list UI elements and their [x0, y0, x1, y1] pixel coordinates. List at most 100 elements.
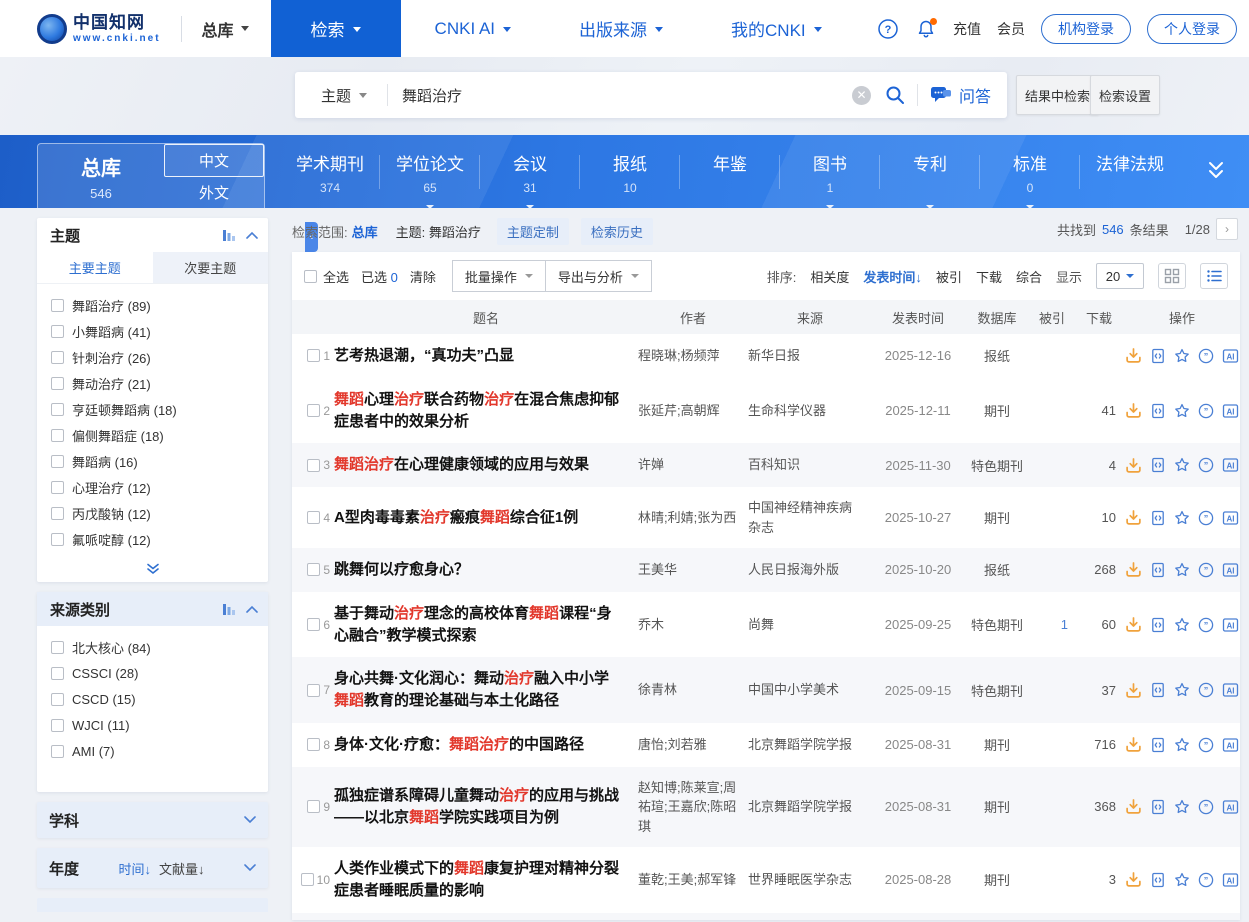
nav-item-cnki-ai[interactable]: CNKI AI: [401, 0, 545, 57]
sort-option[interactable]: 综合: [1016, 267, 1042, 286]
ai-icon[interactable]: AI: [1222, 737, 1239, 753]
ai-icon[interactable]: AI: [1222, 457, 1239, 473]
filter-option[interactable]: 亨廷顿舞蹈病 (18): [51, 396, 268, 422]
result-authors[interactable]: 许婵: [638, 455, 748, 475]
html-read-icon[interactable]: [1150, 562, 1166, 578]
result-title-link[interactable]: 人类作业模式下的舞蹈康复护理对精神分裂症患者睡眠质量的影响: [334, 858, 638, 902]
nav-item-my-cnki[interactable]: 我的CNKI: [697, 0, 856, 57]
list-view-button[interactable]: [1200, 263, 1228, 289]
filter-option[interactable]: 偏侧舞蹈症 (18): [51, 422, 268, 448]
favorite-icon[interactable]: [1174, 348, 1190, 364]
db-tab[interactable]: 图书1: [780, 135, 880, 208]
html-read-icon[interactable]: [1150, 872, 1166, 888]
clear-search-icon[interactable]: ✕: [852, 86, 871, 105]
html-read-icon[interactable]: [1150, 682, 1166, 698]
download-icon[interactable]: [1125, 871, 1142, 888]
filter-checkbox[interactable]: [51, 325, 64, 338]
year-filter-bar[interactable]: 年度 时间↓ 文献量↓: [37, 848, 268, 888]
org-login-button[interactable]: 机构登录: [1041, 14, 1131, 44]
subject-custom-button[interactable]: 主题定制: [497, 218, 569, 245]
favorite-icon[interactable]: [1174, 617, 1190, 633]
result-source[interactable]: 生命科学仪器: [748, 401, 872, 421]
ai-icon[interactable]: AI: [1222, 682, 1239, 698]
html-read-icon[interactable]: [1150, 510, 1166, 526]
download-icon[interactable]: [1125, 509, 1142, 526]
filter-checkbox[interactable]: [51, 429, 64, 442]
discipline-filter-bar[interactable]: 学科: [37, 802, 268, 838]
result-title-link[interactable]: 身体·文化·疗愈：舞蹈治疗的中国路径: [334, 734, 638, 756]
row-checkbox[interactable]: [307, 563, 320, 576]
result-authors[interactable]: 乔木: [638, 615, 748, 635]
tab-main-subject[interactable]: 主要主题: [37, 252, 153, 283]
result-title-link[interactable]: A型肉毒毒素治疗瘢痕舞蹈综合征1例: [334, 507, 638, 529]
html-read-icon[interactable]: [1150, 457, 1166, 473]
filter-checkbox[interactable]: [51, 351, 64, 364]
download-icon[interactable]: [1125, 561, 1142, 578]
quote-icon[interactable]: ”: [1198, 737, 1214, 753]
result-authors[interactable]: 唐怡;刘若雅: [638, 735, 748, 755]
html-read-icon[interactable]: [1150, 403, 1166, 419]
html-read-icon[interactable]: [1150, 737, 1166, 753]
quote-icon[interactable]: ”: [1198, 348, 1214, 364]
row-checkbox[interactable]: [307, 618, 320, 631]
result-title-link[interactable]: 舞蹈治疗在心理健康领域的应用与效果: [334, 454, 638, 476]
personal-login-button[interactable]: 个人登录: [1147, 14, 1237, 44]
ai-icon[interactable]: AI: [1222, 799, 1239, 815]
nav-item-search[interactable]: 检索: [271, 0, 401, 57]
result-authors[interactable]: 林晴;利婧;张为西: [638, 508, 748, 528]
filter-option[interactable]: CSSCI (28): [51, 660, 268, 686]
collapse-section-icon[interactable]: [246, 231, 258, 239]
filter-option[interactable]: 心理治疗 (12): [51, 474, 268, 500]
search-in-results-button[interactable]: 结果中检索: [1016, 75, 1099, 115]
quote-icon[interactable]: ”: [1198, 617, 1214, 633]
filter-checkbox[interactable]: [51, 377, 64, 390]
quote-icon[interactable]: ”: [1198, 403, 1214, 419]
db-tab[interactable]: 法律法规: [1080, 135, 1180, 208]
cnki-logo[interactable]: 中国知网 www.cnki.net: [37, 14, 161, 44]
html-read-icon[interactable]: [1150, 799, 1166, 815]
result-source[interactable]: 新华日报: [748, 346, 872, 366]
row-checkbox[interactable]: [301, 873, 314, 886]
ai-icon[interactable]: AI: [1222, 403, 1239, 419]
select-all-checkbox[interactable]: [304, 270, 317, 283]
db-tab[interactable]: 学术期刊374: [280, 135, 380, 208]
filter-option[interactable]: 舞蹈病 (16): [51, 448, 268, 474]
search-input[interactable]: [388, 87, 852, 104]
sort-option[interactable]: 被引: [936, 267, 962, 286]
search-icon[interactable]: [883, 83, 907, 107]
download-icon[interactable]: [1125, 682, 1142, 699]
total-library-button[interactable]: 总库 546: [38, 144, 164, 208]
filter-checkbox[interactable]: [51, 745, 64, 758]
row-checkbox[interactable]: [307, 684, 320, 697]
html-read-icon[interactable]: [1150, 348, 1166, 364]
filter-option[interactable]: WJCI (11): [51, 712, 268, 738]
result-title-link[interactable]: 基于舞动治疗理念的高校体育舞蹈课程“身心融合”教学模式探索: [334, 603, 638, 647]
year-sort-amount[interactable]: 文献量↓: [159, 859, 205, 878]
result-title-link[interactable]: 艺考热退潮，“真功夫”凸显: [334, 345, 638, 367]
page-size-select[interactable]: 20: [1096, 263, 1144, 289]
lang-foreign-tab[interactable]: 外文: [164, 177, 264, 208]
filter-checkbox[interactable]: [51, 403, 64, 416]
result-authors[interactable]: 张延芹;高朝辉: [638, 401, 748, 421]
db-tab[interactable]: 年鉴: [680, 135, 780, 208]
qa-button[interactable]: 问答: [918, 83, 1007, 107]
download-icon[interactable]: [1125, 402, 1142, 419]
help-icon[interactable]: ?: [877, 18, 899, 40]
ai-icon[interactable]: AI: [1222, 348, 1239, 364]
search-field-selector[interactable]: 主题: [295, 85, 387, 106]
filter-option[interactable]: CSCD (15): [51, 686, 268, 712]
result-authors[interactable]: 董乾;王美;郝军锋: [638, 870, 748, 890]
html-read-icon[interactable]: [1150, 617, 1166, 633]
db-tab[interactable]: 标准0: [980, 135, 1080, 208]
year-sort-time[interactable]: 时间↓: [118, 859, 151, 878]
row-checkbox[interactable]: [307, 459, 320, 472]
filter-checkbox[interactable]: [51, 507, 64, 520]
quote-icon[interactable]: ”: [1198, 799, 1214, 815]
result-title-link[interactable]: 孤独症谱系障碍儿童舞动治疗的应用与挑战——以北京舞蹈学院实践项目为例: [334, 785, 638, 829]
favorite-icon[interactable]: [1174, 872, 1190, 888]
favorite-icon[interactable]: [1174, 799, 1190, 815]
select-all-label[interactable]: 全选: [323, 267, 349, 286]
row-checkbox[interactable]: [307, 738, 320, 751]
clear-selection-button[interactable]: 清除: [410, 267, 436, 286]
favorite-icon[interactable]: [1174, 737, 1190, 753]
